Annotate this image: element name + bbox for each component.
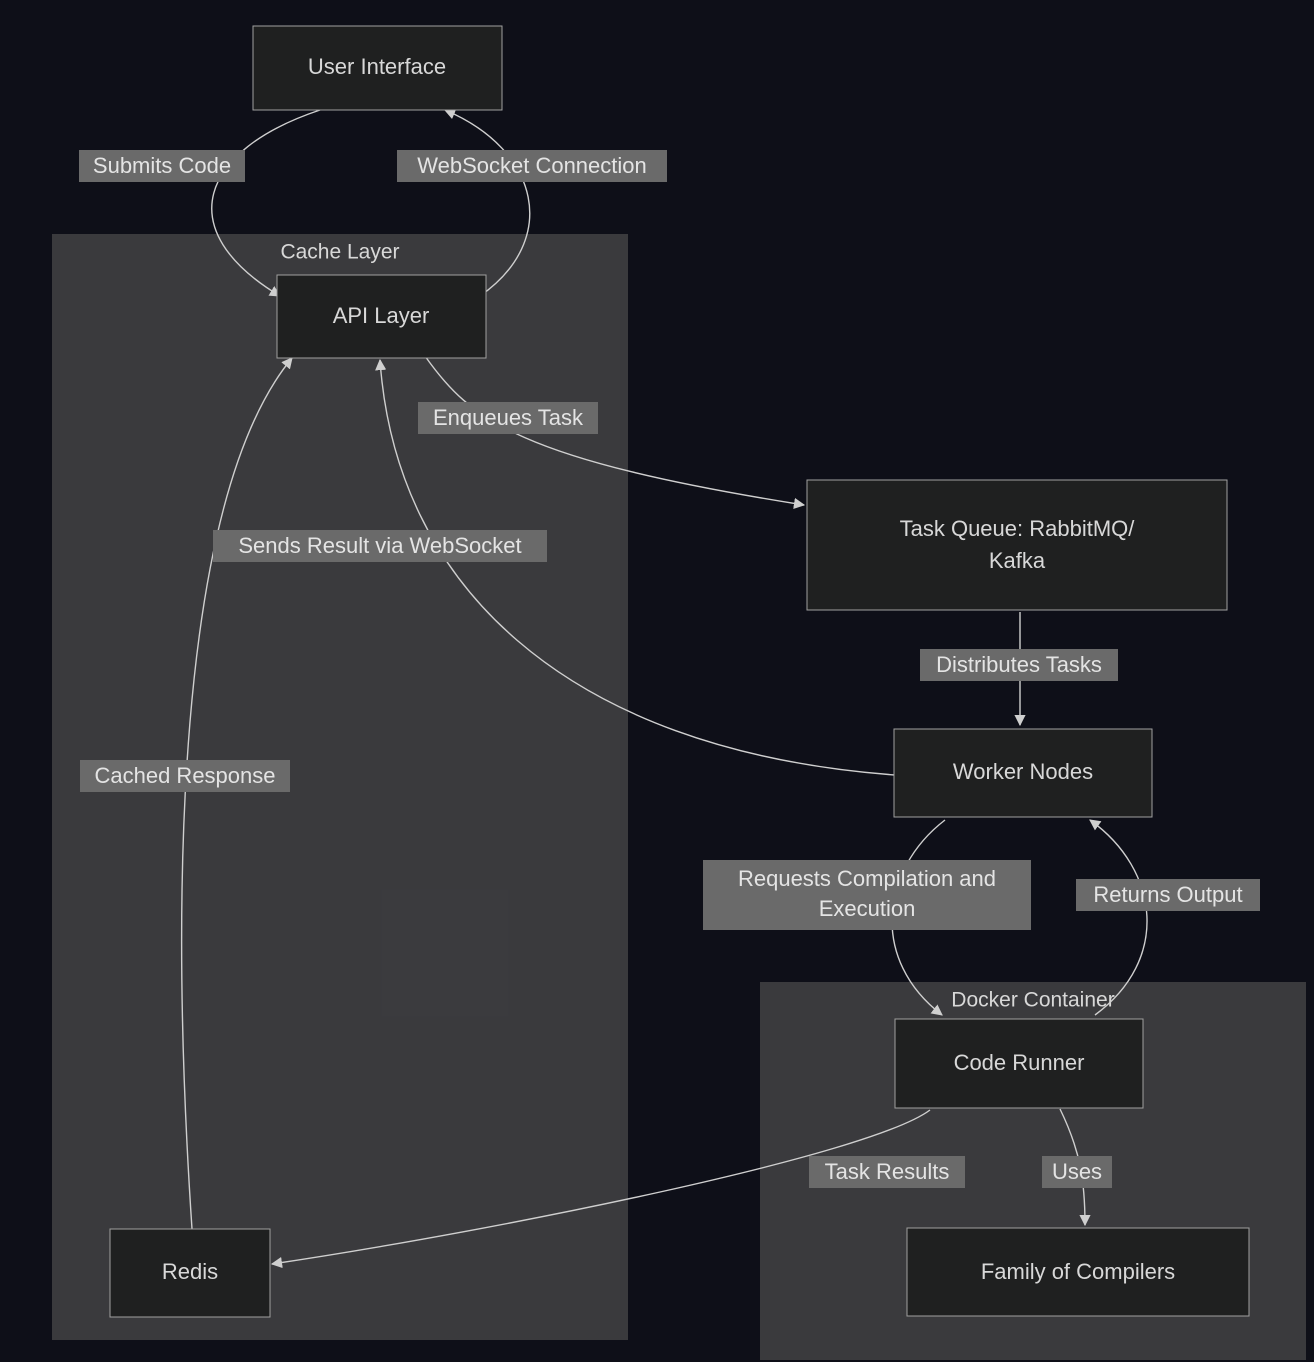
node-redis[interactable]: Redis bbox=[110, 1229, 270, 1317]
node-task-queue[interactable]: Task Queue: RabbitMQ/ Kafka bbox=[807, 480, 1227, 610]
node-compilers[interactable]: Family of Compilers bbox=[907, 1228, 1249, 1316]
label-returns-output: Returns Output bbox=[1076, 879, 1260, 911]
label-websocket: WebSocket Connection bbox=[397, 150, 667, 182]
node-code-runner[interactable]: Code Runner bbox=[895, 1019, 1143, 1108]
label-sends-result: Sends Result via WebSocket bbox=[213, 530, 547, 562]
label-requests-exec: Requests Compilation and Execution bbox=[703, 860, 1031, 930]
label-cached-response: Cached Response bbox=[80, 760, 290, 792]
node-worker-nodes[interactable]: Worker Nodes bbox=[894, 729, 1152, 817]
node-api-layer[interactable]: API Layer bbox=[277, 275, 486, 358]
architecture-diagram: Cache Layer Docker Container User Interf… bbox=[0, 0, 1314, 1362]
label-distributes: Distributes Tasks bbox=[920, 649, 1118, 681]
label-task-results: Task Results bbox=[809, 1156, 965, 1188]
label-enqueues: Enqueues Task bbox=[418, 402, 598, 434]
label-uses: Uses bbox=[1042, 1156, 1112, 1188]
label-submits-code: Submits Code bbox=[79, 150, 245, 182]
node-user-interface[interactable]: User Interface bbox=[253, 26, 502, 110]
